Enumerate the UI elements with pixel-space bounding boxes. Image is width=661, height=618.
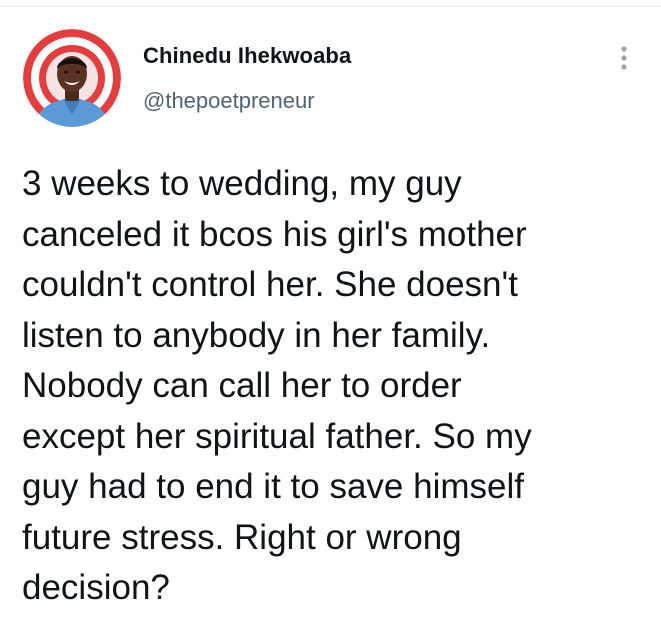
more-vertical-icon [621, 46, 627, 70]
author-handle[interactable]: @thepoetpreneur [143, 88, 315, 114]
tweet-text: 3 weeks to wedding, my guy canceled it b… [22, 164, 532, 607]
avatar[interactable] [23, 29, 121, 127]
more-options-button[interactable] [612, 40, 636, 76]
avatar-image [23, 29, 121, 127]
author-name[interactable]: Chinedu Ihekwoaba [143, 43, 351, 69]
top-divider [0, 6, 661, 7]
